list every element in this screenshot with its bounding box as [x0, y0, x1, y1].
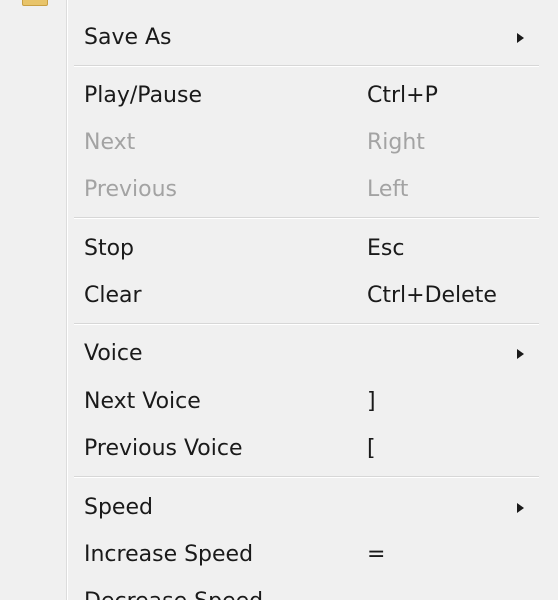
menu-icon-gutter: [0, 0, 67, 600]
menu-item-label: Clear: [84, 283, 142, 308]
menu-item-previous[interactable]: Previous Left: [68, 170, 558, 210]
chevron-right-icon: [517, 33, 524, 43]
menu-item-label: Voice: [84, 341, 143, 366]
menu-item-next[interactable]: Next Right: [68, 123, 558, 163]
menu-item-label: Previous: [84, 177, 177, 202]
menu-item-shortcut: ]: [367, 389, 376, 414]
menu-item-clear[interactable]: Clear Ctrl+Delete: [68, 276, 558, 316]
menu-item-next-voice[interactable]: Next Voice ]: [68, 382, 558, 422]
menu-item-voice[interactable]: Voice: [68, 334, 558, 374]
menu-item-shortcut: [: [367, 436, 376, 461]
menu-separator: [74, 476, 539, 478]
menu-item-speed[interactable]: Speed: [68, 488, 558, 528]
menu-separator: [74, 217, 539, 219]
menu-item-shortcut: Ctrl+P: [367, 83, 438, 108]
menu-item-label: Save As: [84, 25, 172, 50]
menu-separator: [74, 65, 539, 67]
menu-item-shortcut: Left: [367, 177, 409, 202]
menu-item-label: Speed: [84, 495, 153, 520]
menu-item-play-pause[interactable]: Play/Pause Ctrl+P: [68, 76, 558, 116]
menu-item-label: Next Voice: [84, 389, 201, 414]
menu-item-label: Increase Speed: [84, 542, 254, 567]
menu-item-label: Decrease Speed: [84, 582, 263, 600]
chevron-right-icon: [517, 349, 524, 359]
context-menu: Save As Play/Pause Ctrl+P Next Right Pre…: [0, 0, 558, 600]
menu-item-shortcut: Esc: [367, 236, 405, 261]
menu-item-shortcut: Ctrl+Delete: [367, 283, 497, 308]
menu-item-increase-speed[interactable]: Increase Speed =: [68, 535, 558, 575]
chevron-right-icon: [517, 503, 524, 513]
folder-icon: [22, 0, 48, 6]
menu-item-save-as[interactable]: Save As: [68, 18, 558, 58]
menu-item-label: Stop: [84, 236, 135, 261]
menu-item-label: Previous Voice: [84, 436, 243, 461]
menu-item-shortcut: =: [367, 542, 386, 567]
menu-item-previous-voice[interactable]: Previous Voice [: [68, 429, 558, 469]
menu-item-label: Play/Pause: [84, 83, 202, 108]
menu-item-shortcut: Right: [367, 130, 425, 155]
menu-separator: [74, 323, 539, 325]
menu-item-label: Next: [84, 130, 136, 155]
menu-item-decrease-speed[interactable]: Decrease Speed: [68, 582, 558, 600]
menu-item-stop[interactable]: Stop Esc: [68, 229, 558, 269]
